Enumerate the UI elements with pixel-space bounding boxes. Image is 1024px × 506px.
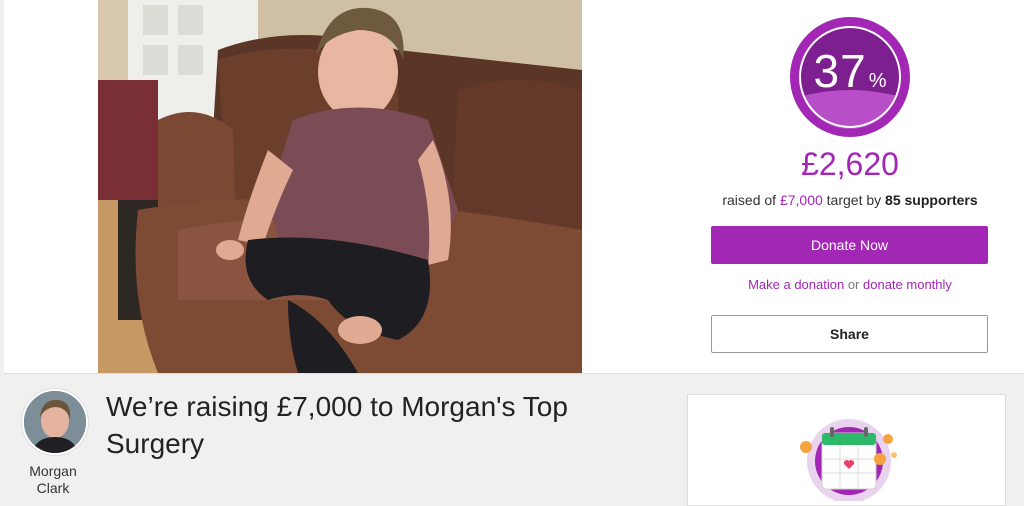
- author-last-name: Clark: [36, 480, 70, 496]
- avatar[interactable]: [22, 389, 88, 455]
- progress-ring: 37%: [789, 16, 911, 138]
- avatar-image: [24, 391, 86, 453]
- progress-percent-symbol: %: [868, 70, 887, 92]
- raised-summary: raised of £7,000 target by 85 supporters: [684, 192, 1016, 208]
- campaign-photo: [98, 0, 582, 373]
- raised-amount: £2,620: [801, 146, 899, 182]
- donate-now-button[interactable]: Donate Now: [711, 226, 988, 264]
- monthly-giving-card: [687, 394, 1006, 506]
- make-donation-link[interactable]: Make a donation: [748, 277, 844, 292]
- progress-percent: 37%: [789, 44, 911, 98]
- campaign-photo-image: [98, 0, 582, 373]
- campaign-hero-card: 37% £2,620 raised of £7,000 target by 85…: [4, 0, 1024, 374]
- or-text: or: [847, 277, 860, 292]
- target-amount: £7,000: [779, 192, 823, 208]
- author-first-name: Morgan: [29, 463, 77, 479]
- author-name[interactable]: Morgan Clark: [18, 463, 88, 497]
- supporters-label: supporters: [904, 192, 978, 208]
- donate-monthly-link[interactable]: donate monthly: [863, 277, 952, 292]
- share-button[interactable]: Share: [711, 315, 988, 353]
- donation-options: Make a donation or donate monthly: [684, 277, 1016, 292]
- raised-prefix: raised of: [722, 192, 777, 208]
- supporters-count: 85: [885, 192, 901, 208]
- page-title: We’re raising £7,000 to Morgan's Top Sur…: [106, 391, 568, 459]
- calendar-icon: [800, 419, 897, 501]
- progress-percent-number: 37: [813, 45, 867, 97]
- target-mid-text: target by: [826, 192, 882, 208]
